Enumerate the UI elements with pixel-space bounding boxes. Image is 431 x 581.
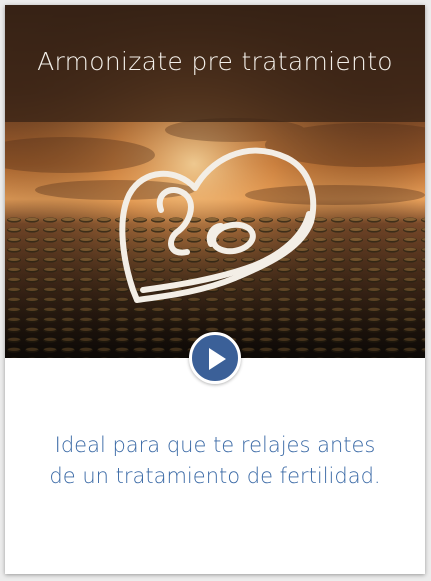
session-card[interactable]: Armonizate pre tratamiento Ideal para qu… — [5, 5, 425, 574]
heart-icon — [119, 147, 317, 303]
description-line-1: Ideal para que te relajes antes — [54, 433, 376, 457]
description-line-2: de un tratamiento de fertilidad. — [49, 464, 381, 488]
page-title: Armonizate pre tratamiento — [37, 47, 393, 76]
title-bar: Armonizate pre tratamiento — [5, 5, 425, 122]
session-description: Ideal para que te relajes antes de un tr… — [5, 430, 425, 492]
hero-image: Armonizate pre tratamiento — [5, 5, 425, 358]
play-icon — [209, 348, 226, 370]
play-button[interactable] — [189, 332, 241, 384]
